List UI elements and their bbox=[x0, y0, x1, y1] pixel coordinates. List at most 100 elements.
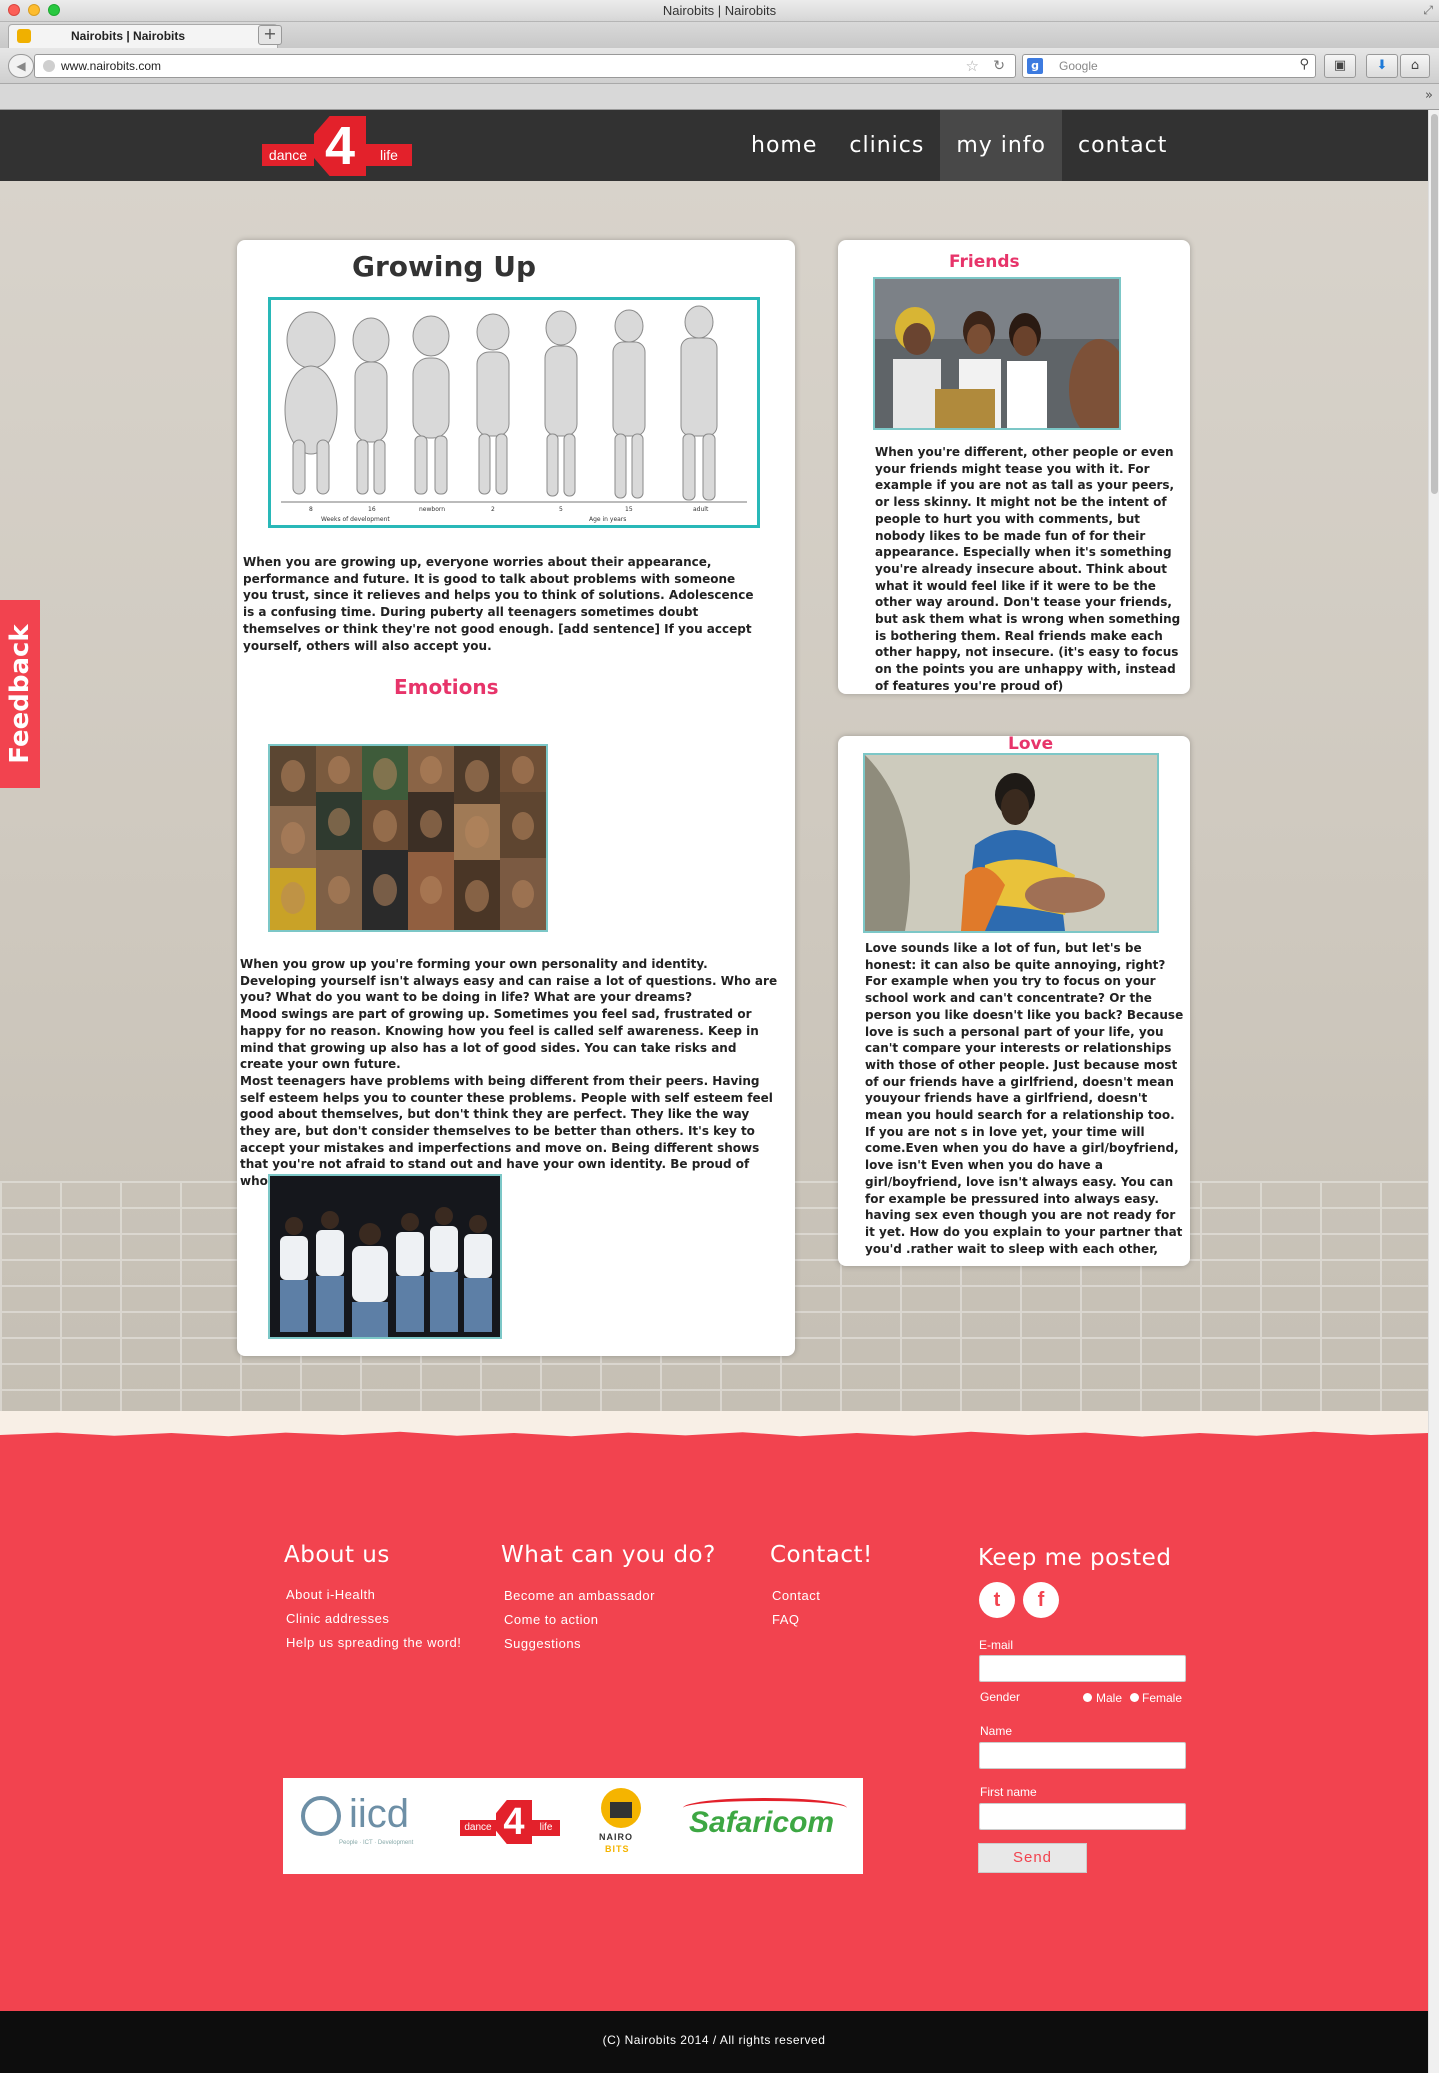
nav-my-info[interactable]: my info bbox=[940, 110, 1063, 181]
growth-stages-figures: 8 16 newborn 2 5 15 adult Weeks of devel… bbox=[281, 305, 747, 523]
nav-contact[interactable]: contact bbox=[1062, 110, 1183, 181]
footer-link-suggestions[interactable]: Suggestions bbox=[504, 1636, 581, 1651]
twitter-icon[interactable]: t bbox=[979, 1582, 1015, 1618]
tab-title: Nairobits | Nairobits bbox=[71, 29, 186, 43]
site-header: dance 4 life home clinics my info contac… bbox=[0, 110, 1428, 181]
nav-home[interactable]: home bbox=[735, 110, 833, 181]
star-icon[interactable]: ☆ bbox=[966, 57, 979, 75]
tab-bar: Nairobits | Nairobits + bbox=[0, 22, 1439, 48]
window-titlebar: Nairobits | Nairobits ⤢ bbox=[0, 0, 1439, 22]
copyright-text: (C) Nairobits 2014 / All rights reserved bbox=[602, 2033, 826, 2047]
browser-tab[interactable]: Nairobits | Nairobits bbox=[8, 24, 278, 48]
iicd-tagline: People · ICT · Development bbox=[339, 1840, 414, 1846]
nairobits-logo-top: NAIRO bbox=[599, 1832, 633, 1842]
dance-group-photo bbox=[270, 1176, 500, 1337]
iicd-logo-text: iicd bbox=[349, 1792, 410, 1836]
friends-title: Friends bbox=[949, 252, 1020, 272]
d4l-sponsor-four: 4 bbox=[496, 1800, 532, 1844]
search-placeholder: Google bbox=[1059, 59, 1098, 73]
copyright-bar: (C) Nairobits 2014 / All rights reserved bbox=[0, 2011, 1428, 2073]
google-icon[interactable]: g bbox=[1027, 58, 1043, 74]
name-field[interactable] bbox=[979, 1742, 1186, 1769]
home-icon[interactable]: ⌂ bbox=[1400, 54, 1430, 78]
address-bar[interactable]: www.nairobits.com ☆ ↻ bbox=[34, 54, 1016, 78]
window-title: Nairobits | Nairobits bbox=[662, 3, 777, 18]
gender-female-label: Female bbox=[1142, 1691, 1183, 1705]
growth-stages-image: 8 16 newborn 2 5 15 adult Weeks of devel… bbox=[268, 297, 760, 528]
scrollbar-thumb[interactable] bbox=[1431, 114, 1438, 494]
contact-heading: Contact! bbox=[770, 1542, 873, 1568]
stage-label: 2 bbox=[491, 506, 495, 513]
footer-link-about-ihealth[interactable]: About i-Health bbox=[286, 1587, 375, 1602]
globe-icon bbox=[43, 60, 55, 72]
logo-four: 4 bbox=[314, 116, 366, 176]
facebook-icon[interactable]: f bbox=[1023, 1582, 1059, 1618]
about-us-heading: About us bbox=[284, 1542, 390, 1568]
nav-clinics[interactable]: clinics bbox=[833, 110, 940, 181]
sponsor-logos: iicd People · ICT · Development dance 4 … bbox=[283, 1778, 863, 1874]
mother-child-photo bbox=[865, 755, 1157, 931]
growing-up-title: Growing Up bbox=[352, 250, 536, 283]
site-footer bbox=[0, 1411, 1428, 2011]
dance-group-image bbox=[268, 1174, 502, 1339]
logo-life: life bbox=[366, 144, 412, 166]
chevron-right-icon[interactable]: » bbox=[1425, 88, 1433, 103]
safaricom-logo: Safaricom bbox=[689, 1806, 835, 1839]
browser-toolbar: ◀ www.nairobits.com ☆ ↻ g Google ⚲ ▣ ⬇ ⌂ bbox=[0, 48, 1439, 84]
tab-group-button[interactable]: ▣ bbox=[1324, 54, 1356, 78]
search-icon[interactable]: ⚲ bbox=[1299, 57, 1309, 72]
gender-male-radio[interactable] bbox=[1083, 1693, 1092, 1702]
gender-label: Gender bbox=[980, 1690, 1021, 1704]
email-field[interactable] bbox=[979, 1655, 1186, 1682]
friends-paragraph: When you're different, other people or e… bbox=[875, 445, 1181, 693]
footer-link-clinic-addresses[interactable]: Clinic addresses bbox=[286, 1611, 389, 1626]
feedback-label: Feedback bbox=[5, 624, 35, 764]
nairobits-logo-bottom: BITS bbox=[605, 1844, 630, 1854]
first-name-field[interactable] bbox=[979, 1803, 1186, 1830]
iicd-logo-mark bbox=[301, 1796, 341, 1836]
main-nav: home clinics my info contact bbox=[735, 110, 1183, 181]
footer-link-ambassador[interactable]: Become an ambassador bbox=[504, 1588, 655, 1603]
what-can-you-do-heading: What can you do? bbox=[501, 1542, 716, 1568]
axis-label-years: Age in years bbox=[589, 516, 626, 523]
footer-link-contact[interactable]: Contact bbox=[772, 1588, 820, 1603]
send-button[interactable]: Send bbox=[978, 1843, 1087, 1873]
axis-label-weeks: Weeks of development bbox=[321, 516, 390, 523]
stage-label: 8 bbox=[309, 506, 313, 513]
gender-female-radio[interactable] bbox=[1130, 1693, 1139, 1702]
search-bar[interactable]: g Google ⚲ bbox=[1022, 54, 1316, 78]
url-text: www.nairobits.com bbox=[61, 59, 162, 73]
faces-collage bbox=[270, 746, 546, 930]
fullscreen-icon[interactable]: ⤢ bbox=[1423, 3, 1433, 18]
love-title: Love bbox=[1008, 734, 1054, 754]
name-label: Name bbox=[980, 1724, 1013, 1738]
favicon-icon bbox=[17, 29, 31, 43]
footer-link-spread-word[interactable]: Help us spreading the word! bbox=[286, 1635, 461, 1650]
stage-label: newborn bbox=[419, 506, 445, 513]
dance4life-logo[interactable]: dance 4 life bbox=[262, 116, 412, 176]
emotions-paragraph: When you grow up you're forming your own… bbox=[240, 957, 778, 1189]
friends-photo bbox=[875, 279, 1119, 428]
feedback-tab[interactable]: Feedback bbox=[0, 600, 40, 788]
footer-link-come-to-action[interactable]: Come to action bbox=[504, 1612, 598, 1627]
nairobits-computer-icon bbox=[608, 1800, 634, 1820]
page-scrollbar[interactable] bbox=[1428, 110, 1439, 2073]
reload-icon[interactable]: ↻ bbox=[993, 58, 1005, 74]
logo-dance: dance bbox=[262, 144, 314, 166]
new-tab-button[interactable]: + bbox=[258, 25, 282, 45]
email-label: E-mail bbox=[979, 1638, 1014, 1652]
stage-label: 16 bbox=[368, 506, 376, 513]
download-icon[interactable]: ⬇ bbox=[1366, 54, 1398, 78]
d4l-sponsor-dance: dance bbox=[460, 1820, 496, 1836]
friends-image bbox=[873, 277, 1121, 430]
d4l-sponsor-life: life bbox=[532, 1820, 560, 1836]
faces-collage-image bbox=[268, 744, 548, 932]
love-paragraph: Love sounds like a lot of fun, but let's… bbox=[865, 941, 1184, 1256]
love-image bbox=[863, 753, 1159, 933]
footer-link-faq[interactable]: FAQ bbox=[772, 1612, 800, 1627]
bookmarks-bar: » bbox=[0, 84, 1439, 110]
torn-paper-edge bbox=[0, 1411, 1428, 1437]
back-button[interactable]: ◀ bbox=[8, 54, 34, 78]
stage-label: 5 bbox=[559, 506, 563, 513]
growing-up-paragraph: When you are growing up, everyone worrie… bbox=[243, 555, 754, 653]
